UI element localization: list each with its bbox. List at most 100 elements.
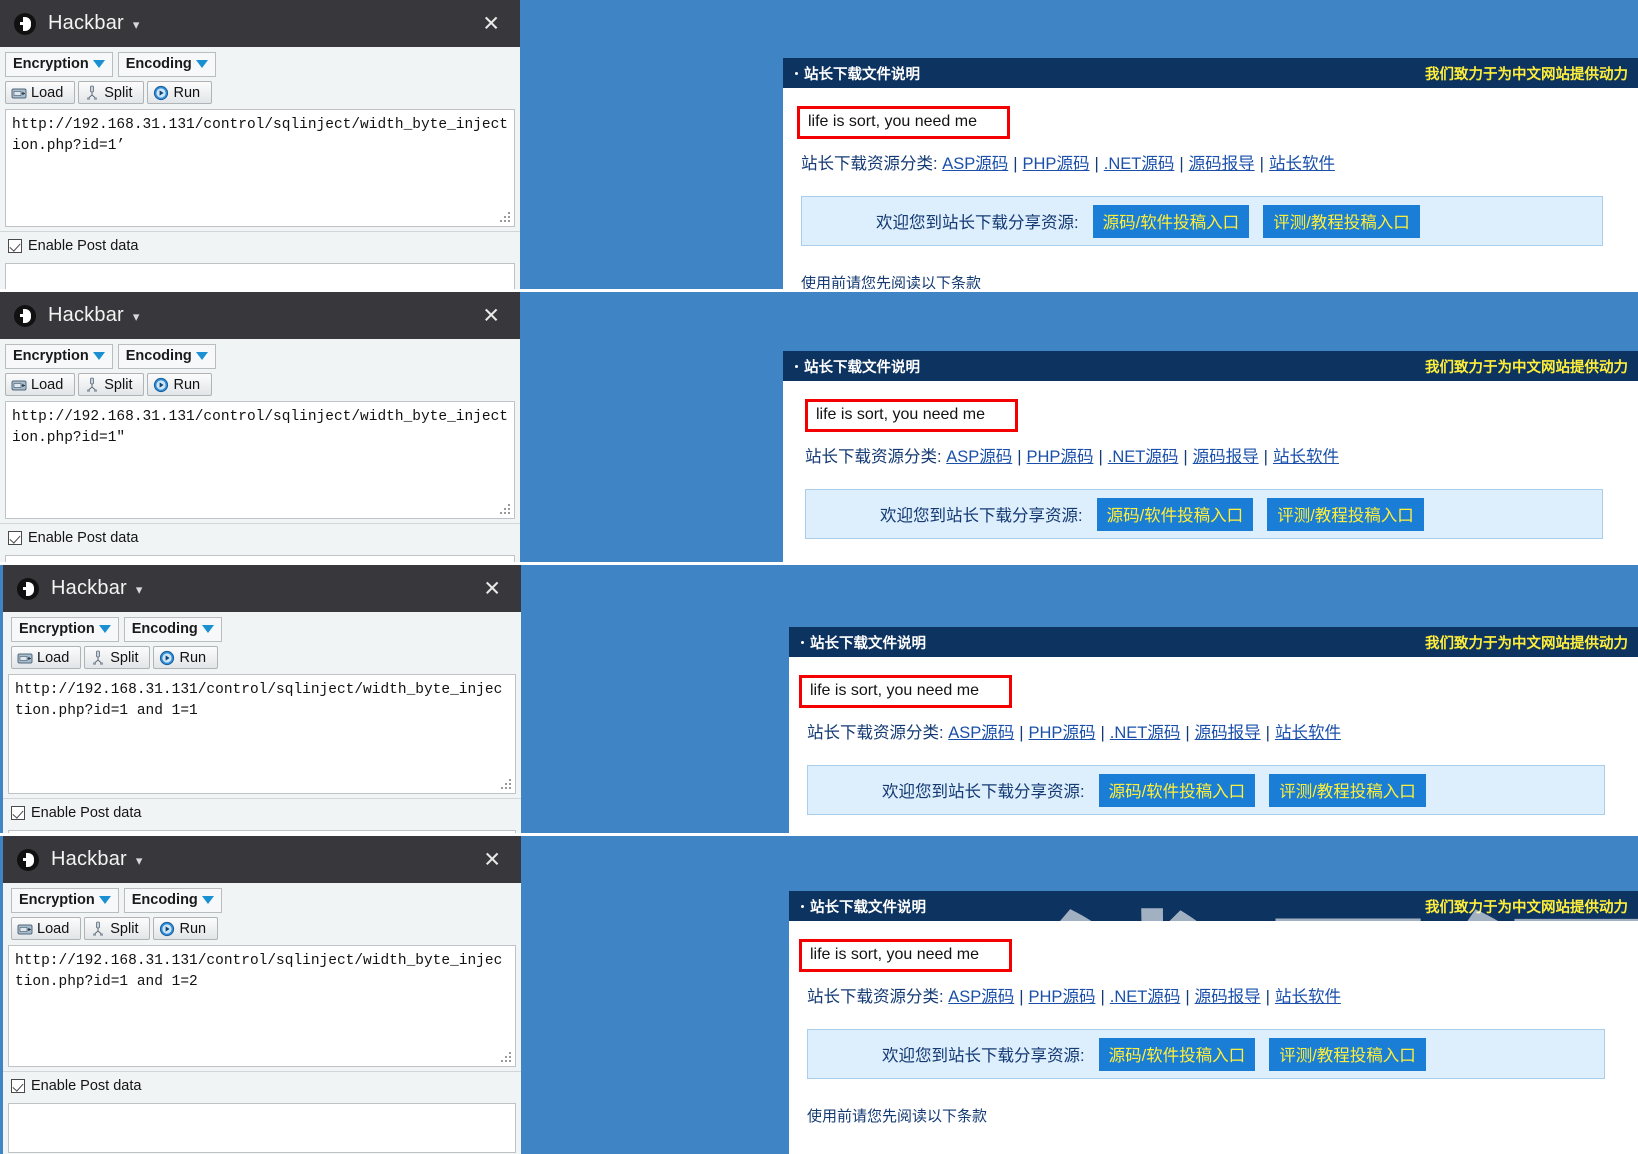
enable-post-data-row[interactable]: Enable Post data: [3, 1071, 521, 1099]
split-button[interactable]: Split: [78, 373, 145, 396]
bullet-icon: [795, 71, 798, 75]
encryption-dropdown-label: Encryption: [13, 348, 89, 364]
close-icon[interactable]: ✕: [482, 13, 500, 34]
split-button[interactable]: Split: [84, 917, 151, 940]
hackbar-logo-icon: [17, 848, 39, 871]
load-button[interactable]: Load: [11, 646, 82, 669]
encryption-dropdown[interactable]: Encryption: [5, 52, 113, 77]
promo-button-review[interactable]: 评测/教程投稿入口: [1267, 497, 1424, 531]
category-link-net[interactable]: .NET源码: [1110, 988, 1181, 1006]
hackbar-titlebar: Hackbar ▾ ✕: [3, 836, 521, 883]
bullet-icon: [795, 364, 798, 368]
run-button-label: Run: [179, 649, 207, 666]
run-button[interactable]: Run: [153, 917, 219, 940]
encryption-dropdown[interactable]: Encryption: [11, 617, 119, 642]
encoding-dropdown[interactable]: Encoding: [123, 888, 222, 913]
split-button[interactable]: Split: [78, 81, 145, 104]
site-header-slogan: 我们致力于为中文网站提供动力: [1425, 359, 1628, 376]
split-icon: [93, 650, 104, 665]
promo-button-review[interactable]: 评测/教程投稿入口: [1263, 204, 1420, 238]
enable-post-data-checkbox[interactable]: [11, 1079, 25, 1093]
enable-post-data-checkbox[interactable]: [11, 806, 25, 820]
category-link-software[interactable]: 站长软件: [1273, 448, 1339, 466]
chevron-down-icon[interactable]: ▾: [133, 309, 140, 325]
url-input[interactable]: http://192.168.31.131/control/sqlinject/…: [5, 401, 515, 519]
post-data-input[interactable]: [8, 1103, 516, 1153]
category-link-net[interactable]: .NET源码: [1110, 724, 1181, 742]
encoding-dropdown[interactable]: Encoding: [117, 52, 216, 77]
promo-button-source[interactable]: 源码/软件投稿入口: [1098, 1037, 1256, 1071]
promo-button-review[interactable]: 评测/教程投稿入口: [1269, 1037, 1426, 1071]
run-button[interactable]: Run: [153, 646, 219, 669]
category-link-software[interactable]: 站长软件: [1269, 155, 1335, 173]
category-link-php[interactable]: PHP源码: [1027, 448, 1094, 466]
category-link-php[interactable]: PHP源码: [1029, 724, 1096, 742]
site-header-title-text: 站长下载文件说明: [810, 899, 926, 916]
chevron-down-icon[interactable]: ▾: [136, 853, 143, 869]
category-link-net[interactable]: .NET源码: [1108, 448, 1179, 466]
promo-button-source[interactable]: 源码/软件投稿入口: [1096, 497, 1254, 531]
close-icon[interactable]: ✕: [483, 849, 501, 870]
site-header-slogan: 我们致力于为中文网站提供动力: [1425, 635, 1628, 652]
category-link-software[interactable]: 站长软件: [1275, 724, 1341, 742]
category-link-report[interactable]: 源码报导: [1195, 724, 1261, 742]
promo-button-source[interactable]: 源码/软件投稿入口: [1092, 204, 1250, 238]
enable-post-data-checkbox[interactable]: [8, 531, 22, 545]
load-button[interactable]: Load: [11, 917, 82, 940]
category-link-php[interactable]: PHP源码: [1029, 988, 1096, 1006]
enable-post-data-row[interactable]: Enable Post data: [0, 231, 520, 259]
post-data-input[interactable]: [8, 830, 516, 833]
run-button[interactable]: Run: [147, 81, 213, 104]
close-icon[interactable]: ✕: [483, 578, 501, 599]
promo-button-source[interactable]: 源码/软件投稿入口: [1098, 773, 1256, 807]
encoding-dropdown[interactable]: Encoding: [123, 617, 222, 642]
category-link-net[interactable]: .NET源码: [1104, 155, 1175, 173]
url-input[interactable]: http://192.168.31.131/control/sqlinject/…: [8, 945, 516, 1067]
enable-post-data-checkbox[interactable]: [8, 239, 22, 253]
caret-down-icon: [195, 60, 208, 68]
resize-grip-icon[interactable]: [501, 1052, 512, 1063]
category-line: 站长下载资源分类: ASP源码 | PHP源码 | .NET源码 | 源码报导 | 站长软件: [807, 983, 1620, 1007]
site-header-title: 站长下载文件说明: [795, 356, 920, 377]
category-link-asp[interactable]: ASP源码: [948, 724, 1014, 742]
close-icon[interactable]: ✕: [482, 305, 500, 326]
url-input[interactable]: http://192.168.31.131/control/sqlinject/…: [5, 109, 515, 227]
category-link-asp[interactable]: ASP源码: [948, 988, 1014, 1006]
category-link-asp[interactable]: ASP源码: [942, 155, 1008, 173]
load-button[interactable]: Load: [5, 81, 76, 104]
enable-post-data-row[interactable]: Enable Post data: [0, 523, 520, 551]
site-header-title-text: 站长下载文件说明: [810, 635, 926, 652]
separator: |: [1100, 988, 1105, 1006]
site-header-title: 站长下载文件说明: [801, 632, 926, 653]
resize-grip-icon[interactable]: [501, 779, 512, 790]
load-icon: [17, 653, 33, 663]
resize-grip-icon[interactable]: [500, 504, 511, 515]
run-button[interactable]: Run: [147, 373, 213, 396]
hackbar-action-row: Load Split Run: [11, 646, 521, 669]
split-button[interactable]: Split: [84, 646, 151, 669]
encoding-dropdown[interactable]: Encoding: [117, 344, 216, 369]
encryption-dropdown[interactable]: Encryption: [5, 344, 113, 369]
category-link-report[interactable]: 源码报导: [1189, 155, 1255, 173]
hackbar-title: Hackbar: [48, 304, 124, 326]
enable-post-data-row[interactable]: Enable Post data: [3, 798, 521, 826]
category-link-report[interactable]: 源码报导: [1193, 448, 1259, 466]
post-data-input[interactable]: [5, 555, 515, 562]
chevron-down-icon[interactable]: ▾: [133, 17, 140, 33]
caret-down-icon: [98, 896, 111, 904]
category-link-software[interactable]: 站长软件: [1275, 988, 1341, 1006]
category-link-php[interactable]: PHP源码: [1023, 155, 1090, 173]
separator: |: [1019, 724, 1024, 742]
chevron-down-icon[interactable]: ▾: [136, 582, 143, 598]
post-data-input[interactable]: [5, 263, 515, 289]
category-link-asp[interactable]: ASP源码: [946, 448, 1012, 466]
resize-grip-icon[interactable]: [500, 212, 511, 223]
bullet-icon: [801, 904, 804, 908]
url-input[interactable]: http://192.168.31.131/control/sqlinject/…: [8, 674, 516, 794]
promo-button-review[interactable]: 评测/教程投稿入口: [1269, 773, 1426, 807]
encryption-dropdown[interactable]: Encryption: [11, 888, 119, 913]
promo-label: 欢迎您到站长下载分享资源:: [880, 507, 1083, 525]
caret-down-icon: [201, 625, 214, 633]
load-button[interactable]: Load: [5, 373, 76, 396]
category-link-report[interactable]: 源码报导: [1195, 988, 1261, 1006]
